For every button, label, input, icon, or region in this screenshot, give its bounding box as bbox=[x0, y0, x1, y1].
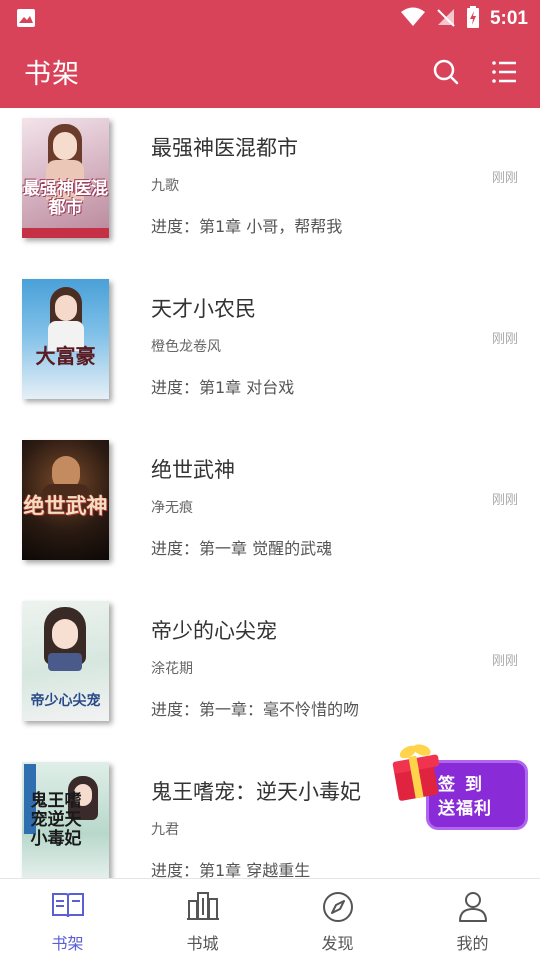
book-item[interactable]: 绝世武神 绝世武神 净无痕 进度：第一章 觉醒的武魂 刚刚 bbox=[0, 430, 540, 591]
image-icon bbox=[16, 8, 36, 32]
book-author: 涂花期 bbox=[151, 661, 193, 677]
menu-list-icon[interactable] bbox=[490, 58, 518, 90]
sign-in-reward-badge[interactable]: 签到 送福利 bbox=[388, 738, 528, 830]
tab-label: 书架 bbox=[51, 934, 84, 953]
cover-title: 绝世武神 bbox=[23, 493, 108, 518]
page-title: 书架 bbox=[24, 59, 80, 90]
book-progress: 进度：第1章 对台戏 bbox=[151, 378, 295, 397]
book-progress: 进度：第一章：毫不怜惜的吻 bbox=[151, 700, 360, 719]
book-progress: 进度：第1章 穿越重生 bbox=[151, 861, 311, 878]
cover-title: 鬼王嗜宠逆天小毒妃 bbox=[30, 791, 82, 849]
cover-title: 大富豪 bbox=[35, 344, 96, 368]
tab-bookshelf[interactable]: 书架 bbox=[0, 879, 135, 961]
book-author: 净无痕 bbox=[151, 500, 193, 516]
promo-line-2: 送福利 bbox=[438, 799, 492, 819]
book-update-time: 刚刚 bbox=[491, 171, 518, 186]
tab-discover[interactable]: 发现 bbox=[270, 879, 405, 961]
status-bar: 5:01 bbox=[0, 0, 540, 36]
book-progress: 进度：第1章 小哥，帮帮我 bbox=[151, 217, 343, 236]
book-author: 九君 bbox=[151, 822, 179, 838]
tab-label: 书城 bbox=[186, 934, 219, 953]
tab-label: 发现 bbox=[321, 934, 354, 953]
battery-charging-icon bbox=[466, 6, 480, 32]
book-author: 橙色龙卷风 bbox=[151, 339, 221, 355]
no-signal-icon bbox=[436, 7, 456, 31]
book-author: 九歌 bbox=[151, 178, 179, 194]
book-item[interactable]: 帝少心尖宠 帝少的心尖宠 涂花期 进度：第一章：毫不怜惜的吻 刚刚 bbox=[0, 591, 540, 752]
book-item[interactable]: 大富豪 天才小农民 橙色龙卷风 进度：第1章 对台戏 刚刚 bbox=[0, 269, 540, 430]
compass-icon bbox=[322, 891, 354, 927]
book-item[interactable]: 最强神医混都市 最强神医混都市 九歌 进度：第1章 小哥，帮帮我 刚刚 bbox=[0, 108, 540, 269]
book-cover[interactable]: 大富豪 bbox=[22, 279, 109, 399]
book-update-time: 刚刚 bbox=[491, 332, 518, 347]
book-cover[interactable]: 最强神医混都市 bbox=[22, 118, 109, 238]
book-title: 鬼王嗜宠：逆天小毒妃 bbox=[151, 780, 361, 804]
book-update-time: 刚刚 bbox=[491, 654, 518, 669]
person-icon bbox=[458, 891, 488, 927]
cover-title: 帝少心尖宠 bbox=[30, 693, 101, 709]
book-title: 天才小农民 bbox=[151, 297, 256, 321]
clock: 5:01 bbox=[489, 8, 528, 29]
book-open-icon bbox=[51, 891, 85, 923]
promo-line-1: 签到 bbox=[438, 775, 492, 795]
book-title: 帝少的心尖宠 bbox=[151, 619, 277, 643]
tab-profile[interactable]: 我的 bbox=[405, 879, 540, 961]
search-icon[interactable] bbox=[432, 58, 460, 90]
wifi-icon bbox=[400, 7, 426, 31]
city-icon bbox=[186, 891, 220, 925]
book-title: 绝世武神 bbox=[151, 458, 235, 482]
book-progress: 进度：第一章 觉醒的武魂 bbox=[151, 539, 333, 558]
book-cover[interactable]: 帝少心尖宠 bbox=[22, 601, 109, 721]
book-update-time: 刚刚 bbox=[491, 493, 518, 508]
tab-bookstore[interactable]: 书城 bbox=[135, 879, 270, 961]
book-cover[interactable]: 鬼王嗜宠逆天小毒妃 bbox=[22, 762, 109, 878]
book-cover[interactable]: 绝世武神 bbox=[22, 440, 109, 560]
bottom-tab-bar: 书架 书城 发现 我的 bbox=[0, 878, 540, 961]
cover-title: 最强神医混都市 bbox=[23, 179, 108, 218]
tab-label: 我的 bbox=[456, 934, 489, 953]
app-bar: 书架 bbox=[0, 36, 540, 108]
book-title: 最强神医混都市 bbox=[151, 136, 298, 160]
